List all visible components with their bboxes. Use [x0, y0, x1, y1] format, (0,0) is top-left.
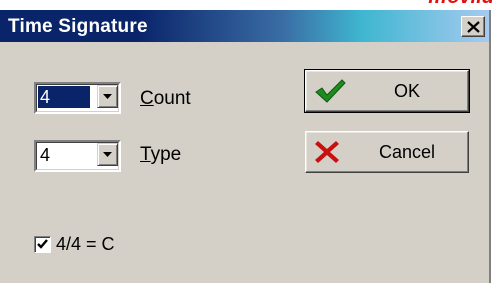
close-button[interactable] [461, 16, 485, 37]
common-time-checkbox[interactable] [34, 236, 51, 253]
close-x-icon [467, 21, 480, 33]
overflow-text: …oviiu [427, 0, 494, 9]
cancel-button[interactable]: Cancel [305, 131, 469, 173]
red-x-icon [315, 141, 339, 163]
count-value[interactable]: 4 [38, 86, 90, 108]
time-signature-dialog: Time Signature 4 Count 4 Type OK Cancel … [0, 10, 491, 283]
type-combobox[interactable]: 4 [34, 140, 121, 172]
dialog-title: Time Signature [8, 16, 148, 37]
ok-button[interactable]: OK [304, 69, 470, 113]
type-value[interactable]: 4 [38, 144, 90, 166]
count-dropdown-button[interactable] [97, 85, 118, 108]
checkmark-icon [315, 79, 346, 103]
cancel-label: Cancel [378, 142, 436, 162]
chevron-down-icon [103, 94, 112, 99]
ok-label: OK [393, 81, 420, 101]
count-label: Count [140, 88, 191, 109]
checkmark-icon [37, 239, 48, 249]
count-combobox[interactable]: 4 [34, 82, 121, 114]
type-label: Type [140, 144, 182, 165]
common-time-label: 4/4 = C [56, 234, 115, 254]
title-bar[interactable]: Time Signature [0, 10, 489, 42]
chevron-down-icon [103, 152, 112, 157]
type-dropdown-button[interactable] [97, 143, 118, 166]
